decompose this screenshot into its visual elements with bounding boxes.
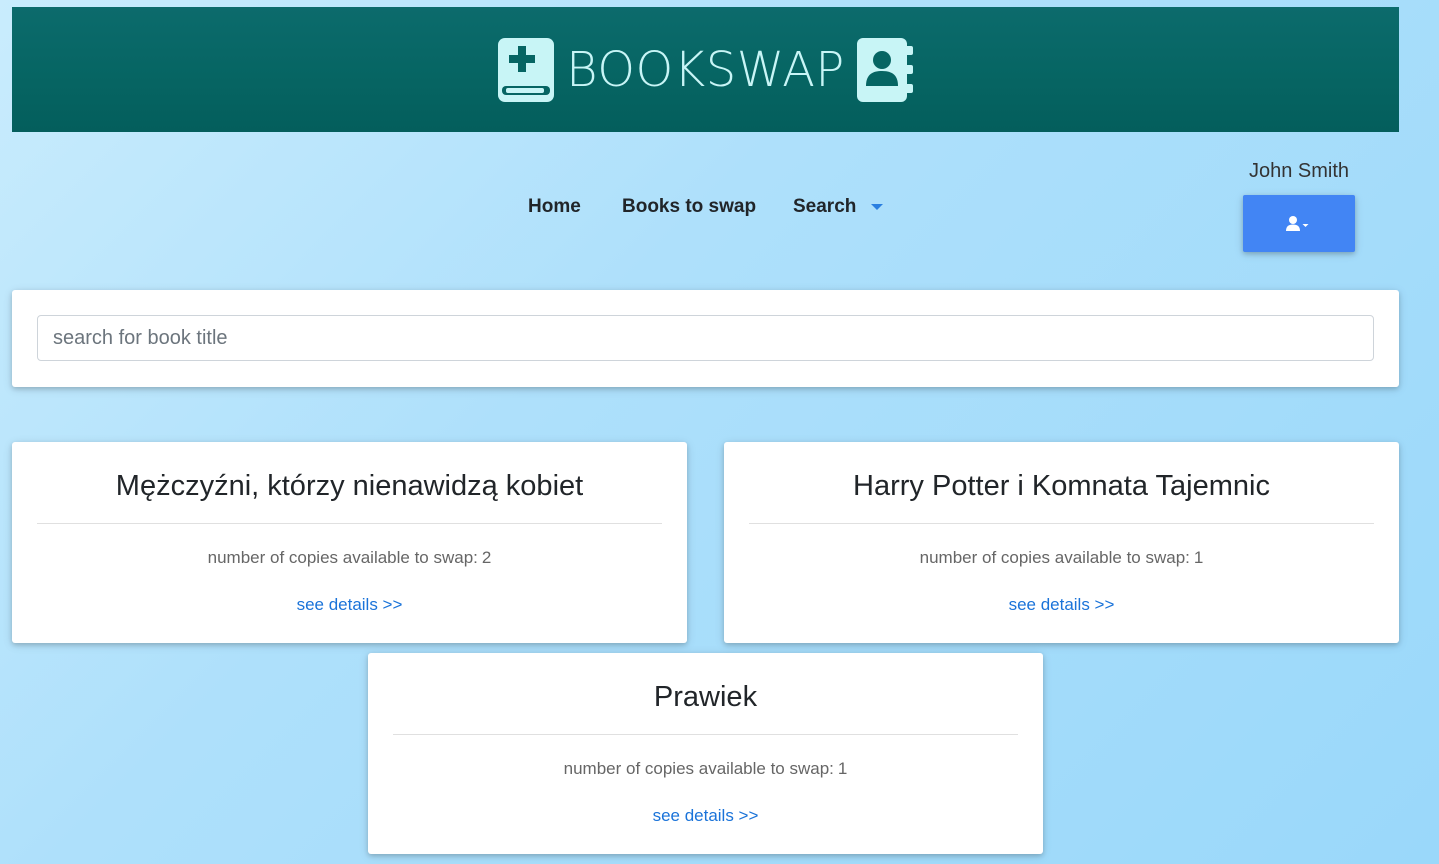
header-banner: BOOKSWAP — [12, 7, 1399, 132]
copies-available: number of copies available to swap: 1 — [368, 759, 1043, 779]
nav-books-to-swap[interactable]: Books to swap — [622, 196, 756, 218]
user-name: John Smith — [1248, 160, 1350, 182]
divider — [37, 523, 662, 524]
copies-count: 1 — [837, 759, 848, 778]
nav-home[interactable]: Home — [528, 196, 581, 218]
see-details-link[interactable]: see details >> — [368, 806, 1043, 826]
copies-count: 1 — [1193, 548, 1204, 567]
book-title: Harry Potter i Komnata Tajemnic — [853, 470, 1270, 502]
copies-available: number of copies available to swap: 2 — [12, 548, 687, 568]
search-input[interactable] — [37, 315, 1374, 361]
see-details-link[interactable]: see details >> — [12, 595, 687, 615]
book-card: Harry Potter i Komnata Tajemnic number o… — [724, 442, 1399, 643]
brand-title: BOOKSWAP — [566, 41, 845, 98]
copies-label: number of copies available to swap: — [919, 548, 1190, 567]
main-nav: Home Books to swap Search — [0, 196, 1439, 220]
copies-count: 2 — [481, 548, 492, 567]
user-menu-button[interactable] — [1243, 195, 1355, 252]
caret-down-icon[interactable] — [871, 204, 883, 210]
user-dropdown-icon — [1286, 215, 1309, 231]
book-title: Mężczyźni, którzy nienawidzą kobiet — [115, 470, 584, 502]
copies-label: number of copies available to swap: — [207, 548, 478, 567]
divider — [393, 734, 1018, 735]
book-card: Mężczyźni, którzy nienawidzą kobiet numb… — [12, 442, 687, 643]
copies-label: number of copies available to swap: — [563, 759, 834, 778]
see-details-link[interactable]: see details >> — [724, 595, 1399, 615]
address-book-icon — [856, 37, 913, 102]
book-title: Prawiek — [653, 681, 758, 713]
nav-search-dropdown[interactable]: Search — [793, 196, 856, 218]
search-card — [12, 290, 1399, 387]
copies-available: number of copies available to swap: 1 — [724, 548, 1399, 568]
divider — [749, 523, 1374, 524]
book-medical-icon — [498, 37, 555, 102]
book-card: Prawiek number of copies available to sw… — [368, 653, 1043, 854]
